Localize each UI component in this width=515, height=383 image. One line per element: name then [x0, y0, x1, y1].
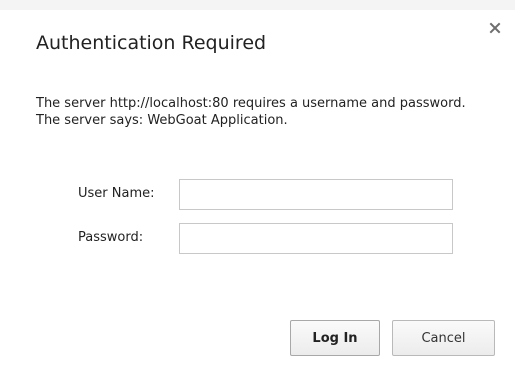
auth-dialog: Authentication Required The server http:… — [0, 0, 515, 383]
password-row: Password: — [0, 223, 515, 255]
login-button[interactable]: Log In — [290, 320, 380, 356]
close-icon[interactable] — [487, 20, 503, 36]
username-row: User Name: — [0, 179, 515, 211]
dialog-top-strip — [0, 0, 515, 10]
username-label: User Name: — [78, 186, 155, 201]
password-label: Password: — [78, 230, 144, 245]
password-input[interactable] — [179, 223, 453, 254]
cancel-button[interactable]: Cancel — [392, 320, 495, 356]
username-input[interactable] — [179, 179, 453, 210]
auth-message: The server http://localhost:80 requires … — [36, 96, 466, 128]
dialog-title: Authentication Required — [36, 32, 267, 54]
